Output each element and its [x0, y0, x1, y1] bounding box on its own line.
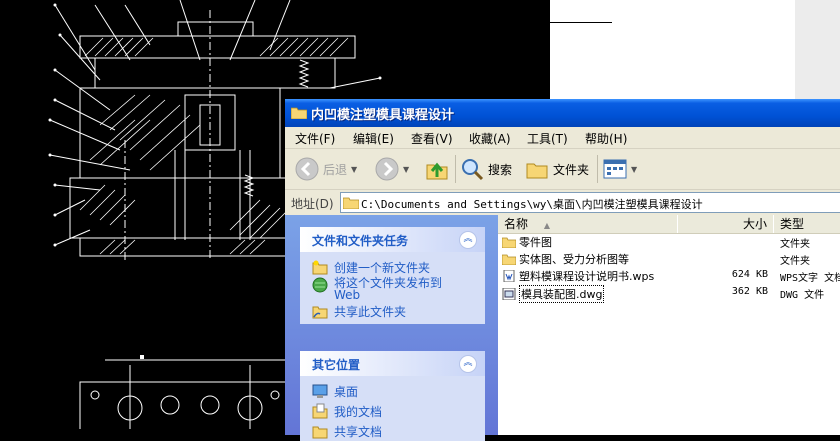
- menu-favorites[interactable]: 收藏(A): [469, 130, 511, 147]
- file-row[interactable]: 实体图、受力分析图等 文件夹: [498, 250, 840, 267]
- share-folder-icon: [312, 306, 328, 319]
- file-name: 零件图: [519, 236, 552, 249]
- new-folder-icon: [312, 260, 328, 275]
- column-type-label: 类型: [780, 217, 805, 231]
- task-label: 共享此文件夹: [334, 305, 407, 319]
- document-side-margin: [795, 0, 840, 100]
- place-label: 共享文档: [334, 425, 383, 439]
- back-label: 后退: [323, 162, 348, 177]
- views-button[interactable]: ▼: [603, 154, 637, 184]
- address-label: 地址(D): [291, 197, 334, 211]
- back-button[interactable]: 后退 ▼: [295, 154, 357, 184]
- address-bar: 地址(D) C:\Documents and Settings\wy\桌面\内凹…: [285, 190, 840, 214]
- up-folder-button[interactable]: [425, 154, 449, 184]
- file-size: 362 KB: [731, 286, 768, 297]
- column-name-label: 名称: [504, 217, 529, 231]
- task-pane: 文件和文件夹任务 ︽ 创建一个新文件夹 将这个文件夹发布到 Web 共享此文件夹…: [285, 215, 498, 441]
- place-label: 桌面: [334, 385, 359, 399]
- other-places-header[interactable]: 其它位置 ︽: [300, 351, 485, 376]
- folder-icon: [343, 197, 359, 209]
- file-tasks-panel: 文件和文件夹任务 ︽ 创建一个新文件夹 将这个文件夹发布到 Web 共享此文件夹: [300, 227, 485, 324]
- dwg-file-icon: [502, 288, 516, 300]
- window-title: 内凹模注塑模具课程设计: [311, 108, 455, 123]
- folder-icon: [502, 254, 516, 265]
- toolbar-separator: [455, 155, 456, 183]
- file-row[interactable]: 零件图 文件夹: [498, 233, 840, 250]
- menu-tools[interactable]: 工具(T): [527, 130, 568, 147]
- task-share-folder[interactable]: 共享此文件夹: [312, 303, 406, 320]
- back-arrow-icon: [295, 157, 319, 181]
- task-publish-web[interactable]: 将这个文件夹发布到 Web: [312, 277, 442, 301]
- column-size-label: 大小: [742, 217, 767, 231]
- folders-label: 文件夹: [553, 162, 590, 177]
- title-bar[interactable]: 内凹模注塑模具课程设计: [285, 99, 840, 127]
- desktop-icon: [312, 384, 328, 398]
- file-tasks-title: 文件和文件夹任务: [312, 234, 409, 248]
- forward-arrow-icon: [375, 157, 399, 181]
- sort-up-icon: ▲: [543, 221, 550, 230]
- wps-file-icon: [503, 270, 515, 282]
- file-type: WPS文字 文档: [780, 273, 840, 284]
- file-list: 名称 ▲ 大小 类型 零件图 文件夹 实体图、受力分析图等 文件夹 塑料模课程设…: [498, 215, 840, 435]
- up-folder-icon: [426, 162, 448, 180]
- views-icon: [603, 159, 627, 179]
- search-icon: [462, 159, 484, 181]
- my-documents-icon: [312, 403, 328, 419]
- task-new-folder[interactable]: 创建一个新文件夹: [312, 259, 430, 276]
- search-label: 搜索: [488, 162, 513, 177]
- explorer-window: 内凹模注塑模具课程设计 文件(F) 编辑(E) 查看(V) 收藏(A) 工具(T…: [285, 99, 840, 441]
- column-size[interactable]: 大小: [678, 215, 774, 233]
- chevron-down-icon: ▼: [631, 164, 638, 174]
- file-name: 模具装配图.dwg: [519, 285, 605, 303]
- chevron-down-icon: ▼: [351, 164, 358, 174]
- file-type: 文件夹: [780, 256, 810, 267]
- document-page-background: [550, 0, 795, 100]
- document-rule-line: [550, 22, 612, 23]
- file-name: 塑料模课程设计说明书.wps: [519, 270, 655, 283]
- globe-icon: [312, 277, 328, 293]
- shared-documents-icon: [312, 426, 328, 439]
- place-label: 我的文档: [334, 405, 383, 419]
- forward-button[interactable]: ▼: [375, 154, 409, 184]
- folder-icon: [291, 107, 307, 119]
- menu-edit[interactable]: 编辑(E): [353, 130, 394, 147]
- file-size: 624 KB: [731, 269, 768, 280]
- file-name: 实体图、受力分析图等: [519, 253, 629, 266]
- file-type: 文件夹: [780, 239, 810, 250]
- folders-icon: [526, 163, 548, 179]
- chevron-down-icon: ▼: [403, 164, 410, 174]
- other-places-panel: 其它位置 ︽ 桌面 我的文档 共享文档: [300, 351, 485, 441]
- file-tasks-header[interactable]: 文件和文件夹任务 ︽: [300, 227, 485, 252]
- task-label: 将这个文件夹发布到 Web: [334, 276, 443, 302]
- column-type[interactable]: 类型: [774, 215, 840, 233]
- other-places-title: 其它位置: [312, 358, 361, 372]
- place-desktop[interactable]: 桌面: [312, 383, 358, 400]
- folders-button[interactable]: 文件夹: [525, 154, 589, 184]
- column-header: 名称 ▲ 大小 类型: [498, 215, 840, 234]
- menu-view[interactable]: 查看(V): [411, 130, 453, 147]
- toolbar: 后退 ▼ ▼ 搜索 文件夹 ▼: [285, 149, 840, 190]
- search-button[interactable]: 搜索: [460, 154, 512, 184]
- address-path: C:\Documents and Settings\wy\桌面\内凹模注塑模具课…: [361, 198, 703, 211]
- column-name[interactable]: 名称 ▲: [498, 215, 678, 233]
- file-type: DWG 文件: [780, 290, 825, 301]
- task-label: 创建一个新文件夹: [334, 261, 431, 275]
- file-row-selected[interactable]: 模具装配图.dwg 362 KB DWG 文件: [498, 284, 840, 303]
- menu-bar: 文件(F) 编辑(E) 查看(V) 收藏(A) 工具(T) 帮助(H): [285, 127, 840, 149]
- collapse-icon[interactable]: ︽: [459, 355, 477, 373]
- file-row[interactable]: 塑料模课程设计说明书.wps 624 KB WPS文字 文档: [498, 267, 840, 284]
- place-my-documents[interactable]: 我的文档: [312, 403, 382, 420]
- collapse-icon[interactable]: ︽: [459, 231, 477, 249]
- menu-file[interactable]: 文件(F): [295, 130, 335, 147]
- toolbar-separator: [597, 155, 598, 183]
- folder-icon: [502, 237, 516, 248]
- place-shared-documents[interactable]: 共享文档: [312, 423, 382, 440]
- address-input[interactable]: C:\Documents and Settings\wy\桌面\内凹模注塑模具课…: [340, 192, 840, 213]
- menu-help[interactable]: 帮助(H): [585, 130, 627, 147]
